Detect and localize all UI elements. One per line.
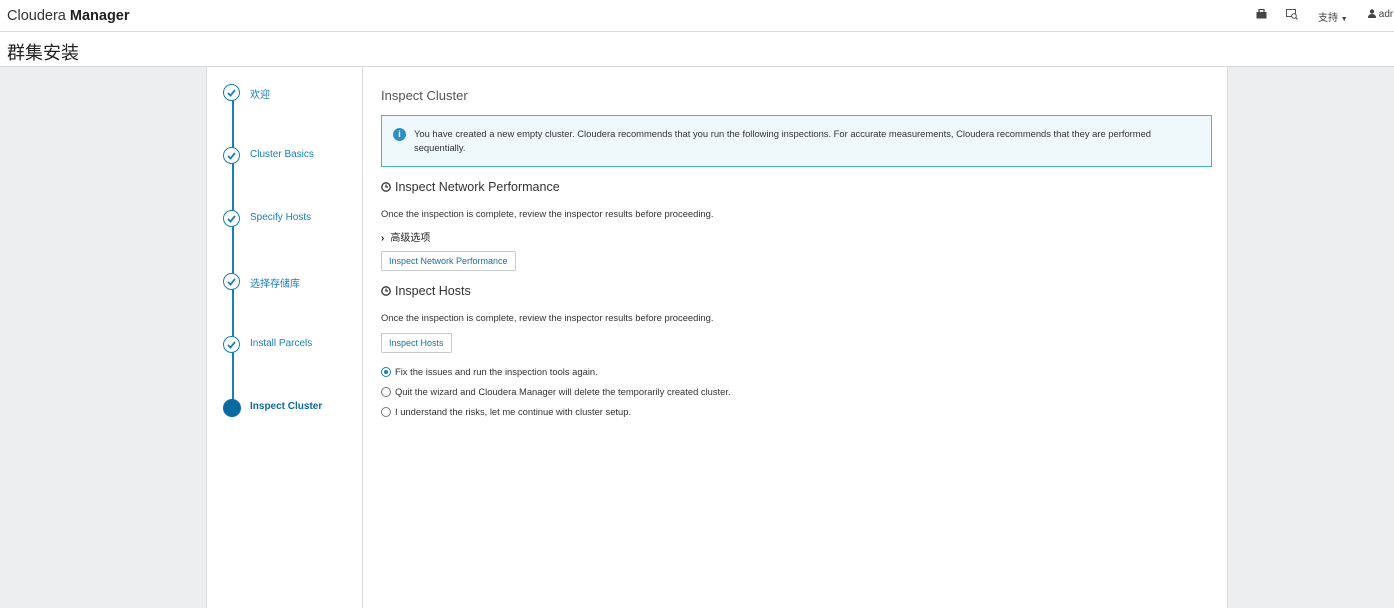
network-description: Once the inspection is complete, review …: [381, 208, 714, 219]
content-title: Inspect Cluster: [381, 88, 468, 103]
hosts-description: Once the inspection is complete, review …: [381, 312, 714, 323]
step-label: Cluster Basics: [250, 149, 314, 160]
advanced-options-toggle[interactable]: › 高级选项: [381, 229, 430, 244]
parcel-icon[interactable]: [1256, 9, 1267, 19]
step-label: Specify Hosts: [250, 212, 312, 223]
active-step-icon: [223, 399, 241, 417]
top-navbar: Cloudera Manager 支持 ▼ adr: [0, 0, 1394, 32]
check-icon: [223, 336, 240, 353]
support-menu[interactable]: 支持 ▼: [1318, 9, 1348, 24]
steps-connector-line: [232, 92, 234, 407]
top-nav-right: 支持 ▼ adr: [1254, 9, 1394, 25]
check-icon: [223, 84, 240, 101]
check-icon: [223, 210, 240, 227]
chevron-right-icon: ›: [381, 233, 385, 244]
check-icon: [223, 273, 240, 290]
user-icon: [1368, 9, 1379, 20]
caret-down-icon: ▼: [1340, 16, 1348, 23]
option-label: Quit the wizard and Cloudera Manager wil…: [395, 386, 731, 397]
alert-text: You have created a new empty cluster. Cl…: [414, 128, 1152, 153]
brand-logo[interactable]: Cloudera Manager: [7, 8, 130, 24]
radio-icon[interactable]: [381, 387, 391, 397]
hosts-section-heading: Inspect Hosts: [381, 284, 471, 299]
clock-icon: [381, 181, 391, 195]
wizard-panel: 欢迎 Cluster Basics Specify Hosts 选择存储库 In…: [206, 67, 1228, 608]
advanced-options-label: 高级选项: [390, 233, 431, 244]
hosts-heading-text: Inspect Hosts: [395, 284, 471, 298]
search-hosts-icon[interactable]: [1286, 9, 1298, 20]
user-menu[interactable]: adr: [1368, 9, 1393, 20]
radio-icon[interactable]: [381, 407, 391, 417]
option-label: I understand the risks, let me continue …: [395, 406, 632, 417]
step-label: 选择存储库: [250, 279, 300, 290]
inspect-network-button[interactable]: Inspect Network Performance: [381, 251, 516, 271]
brand-name-light: Cloudera: [7, 8, 66, 24]
user-label: adr: [1378, 9, 1394, 20]
radio-selected-icon[interactable]: [381, 367, 391, 377]
step-label: Install Parcels: [250, 338, 313, 349]
network-section-heading: Inspect Network Performance: [381, 180, 560, 195]
network-heading-text: Inspect Network Performance: [395, 180, 560, 194]
step-label: Inspect Cluster: [250, 401, 323, 412]
page-title: 群集安装: [7, 43, 79, 63]
info-icon: i: [393, 128, 406, 141]
info-alert: i You have created a new empty cluster. …: [381, 115, 1212, 167]
brand-name-bold: Manager: [69, 8, 130, 24]
inspect-hosts-button[interactable]: Inspect Hosts: [381, 333, 452, 353]
support-label: 支持: [1318, 13, 1338, 24]
page-header: 群集安装: [0, 32, 1394, 67]
option-label: Fix the issues and run the inspection to…: [395, 366, 598, 377]
check-icon: [223, 147, 240, 164]
clock-icon: [381, 285, 391, 299]
step-label: 欢迎: [250, 90, 270, 101]
wizard-steps: 欢迎 Cluster Basics Specify Hosts 选择存储库 In…: [207, 67, 363, 608]
